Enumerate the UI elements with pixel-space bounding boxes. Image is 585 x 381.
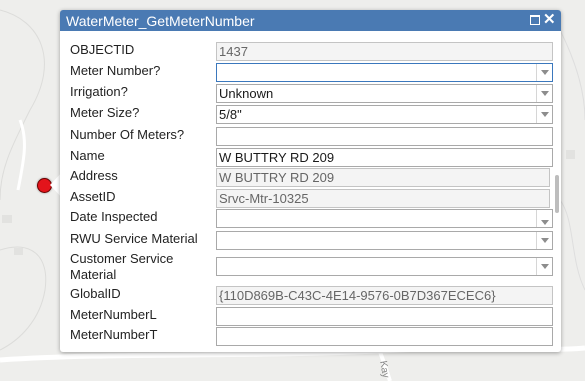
rwu-service-material-select[interactable] [216, 231, 553, 250]
meter-number-l-input[interactable] [216, 307, 553, 326]
irrigation-select[interactable]: Unknown [216, 84, 553, 103]
objectid-field: 1437 [216, 42, 553, 61]
name-label: Name [70, 148, 105, 163]
asset-id-field: Srvc-Mtr-10325 [216, 189, 550, 208]
global-id-field: {110D869B-C43C-4E14-9576-0B7D367ECEC6} [216, 286, 553, 305]
chevron-down-icon[interactable] [536, 64, 552, 81]
date-inspected-picker[interactable] [216, 209, 553, 228]
popup-body: OBJECTID 1437 Meter Number? Irrigation? … [60, 31, 561, 352]
maximize-icon [530, 15, 540, 25]
number-of-meters-input[interactable] [216, 127, 553, 146]
feature-popup: WaterMeter_GetMeterNumber ✕ OBJECTID 143… [60, 10, 561, 352]
rwu-service-material-label: RWU Service Material [70, 231, 198, 246]
meter-number-t-input[interactable] [216, 327, 553, 346]
meter-size-label: Meter Size? [70, 105, 140, 120]
customer-service-material-select[interactable] [216, 257, 553, 276]
close-icon: ✕ [543, 11, 556, 28]
irrigation-value: Unknown [219, 86, 274, 101]
asset-id-label: AssetID [70, 189, 116, 204]
address-label: Address [70, 168, 118, 183]
number-of-meters-label: Number Of Meters? [70, 127, 185, 142]
chevron-down-icon[interactable] [536, 258, 552, 275]
chevron-down-icon[interactable] [536, 210, 552, 227]
meter-number-label: Meter Number? [70, 63, 161, 78]
objectid-label: OBJECTID [70, 42, 135, 57]
meter-number-t-label: MeterNumberT [70, 327, 158, 342]
meter-size-select[interactable]: 5/8" [216, 105, 553, 124]
chevron-down-icon[interactable] [536, 85, 552, 102]
global-id-label: GlobalID [70, 286, 121, 301]
meter-number-l-label: MeterNumberL [70, 307, 157, 322]
date-inspected-label: Date Inspected [70, 209, 158, 224]
chevron-down-icon[interactable] [536, 106, 552, 123]
customer-service-material-label: Customer Service Material [70, 251, 174, 282]
meter-size-value: 5/8" [219, 107, 242, 122]
popup-scrollbar[interactable] [555, 175, 559, 213]
popup-title: WaterMeter_GetMeterNumber [66, 13, 255, 29]
meter-number-select[interactable] [216, 63, 553, 82]
irrigation-label: Irrigation? [70, 84, 128, 99]
chevron-down-icon[interactable] [536, 232, 552, 249]
name-input[interactable]: W BUTTRY RD 209 [216, 148, 553, 167]
popup-header[interactable]: WaterMeter_GetMeterNumber ✕ [60, 10, 561, 31]
close-button[interactable]: ✕ [542, 10, 559, 31]
address-field: W BUTTRY RD 209 [216, 168, 550, 187]
